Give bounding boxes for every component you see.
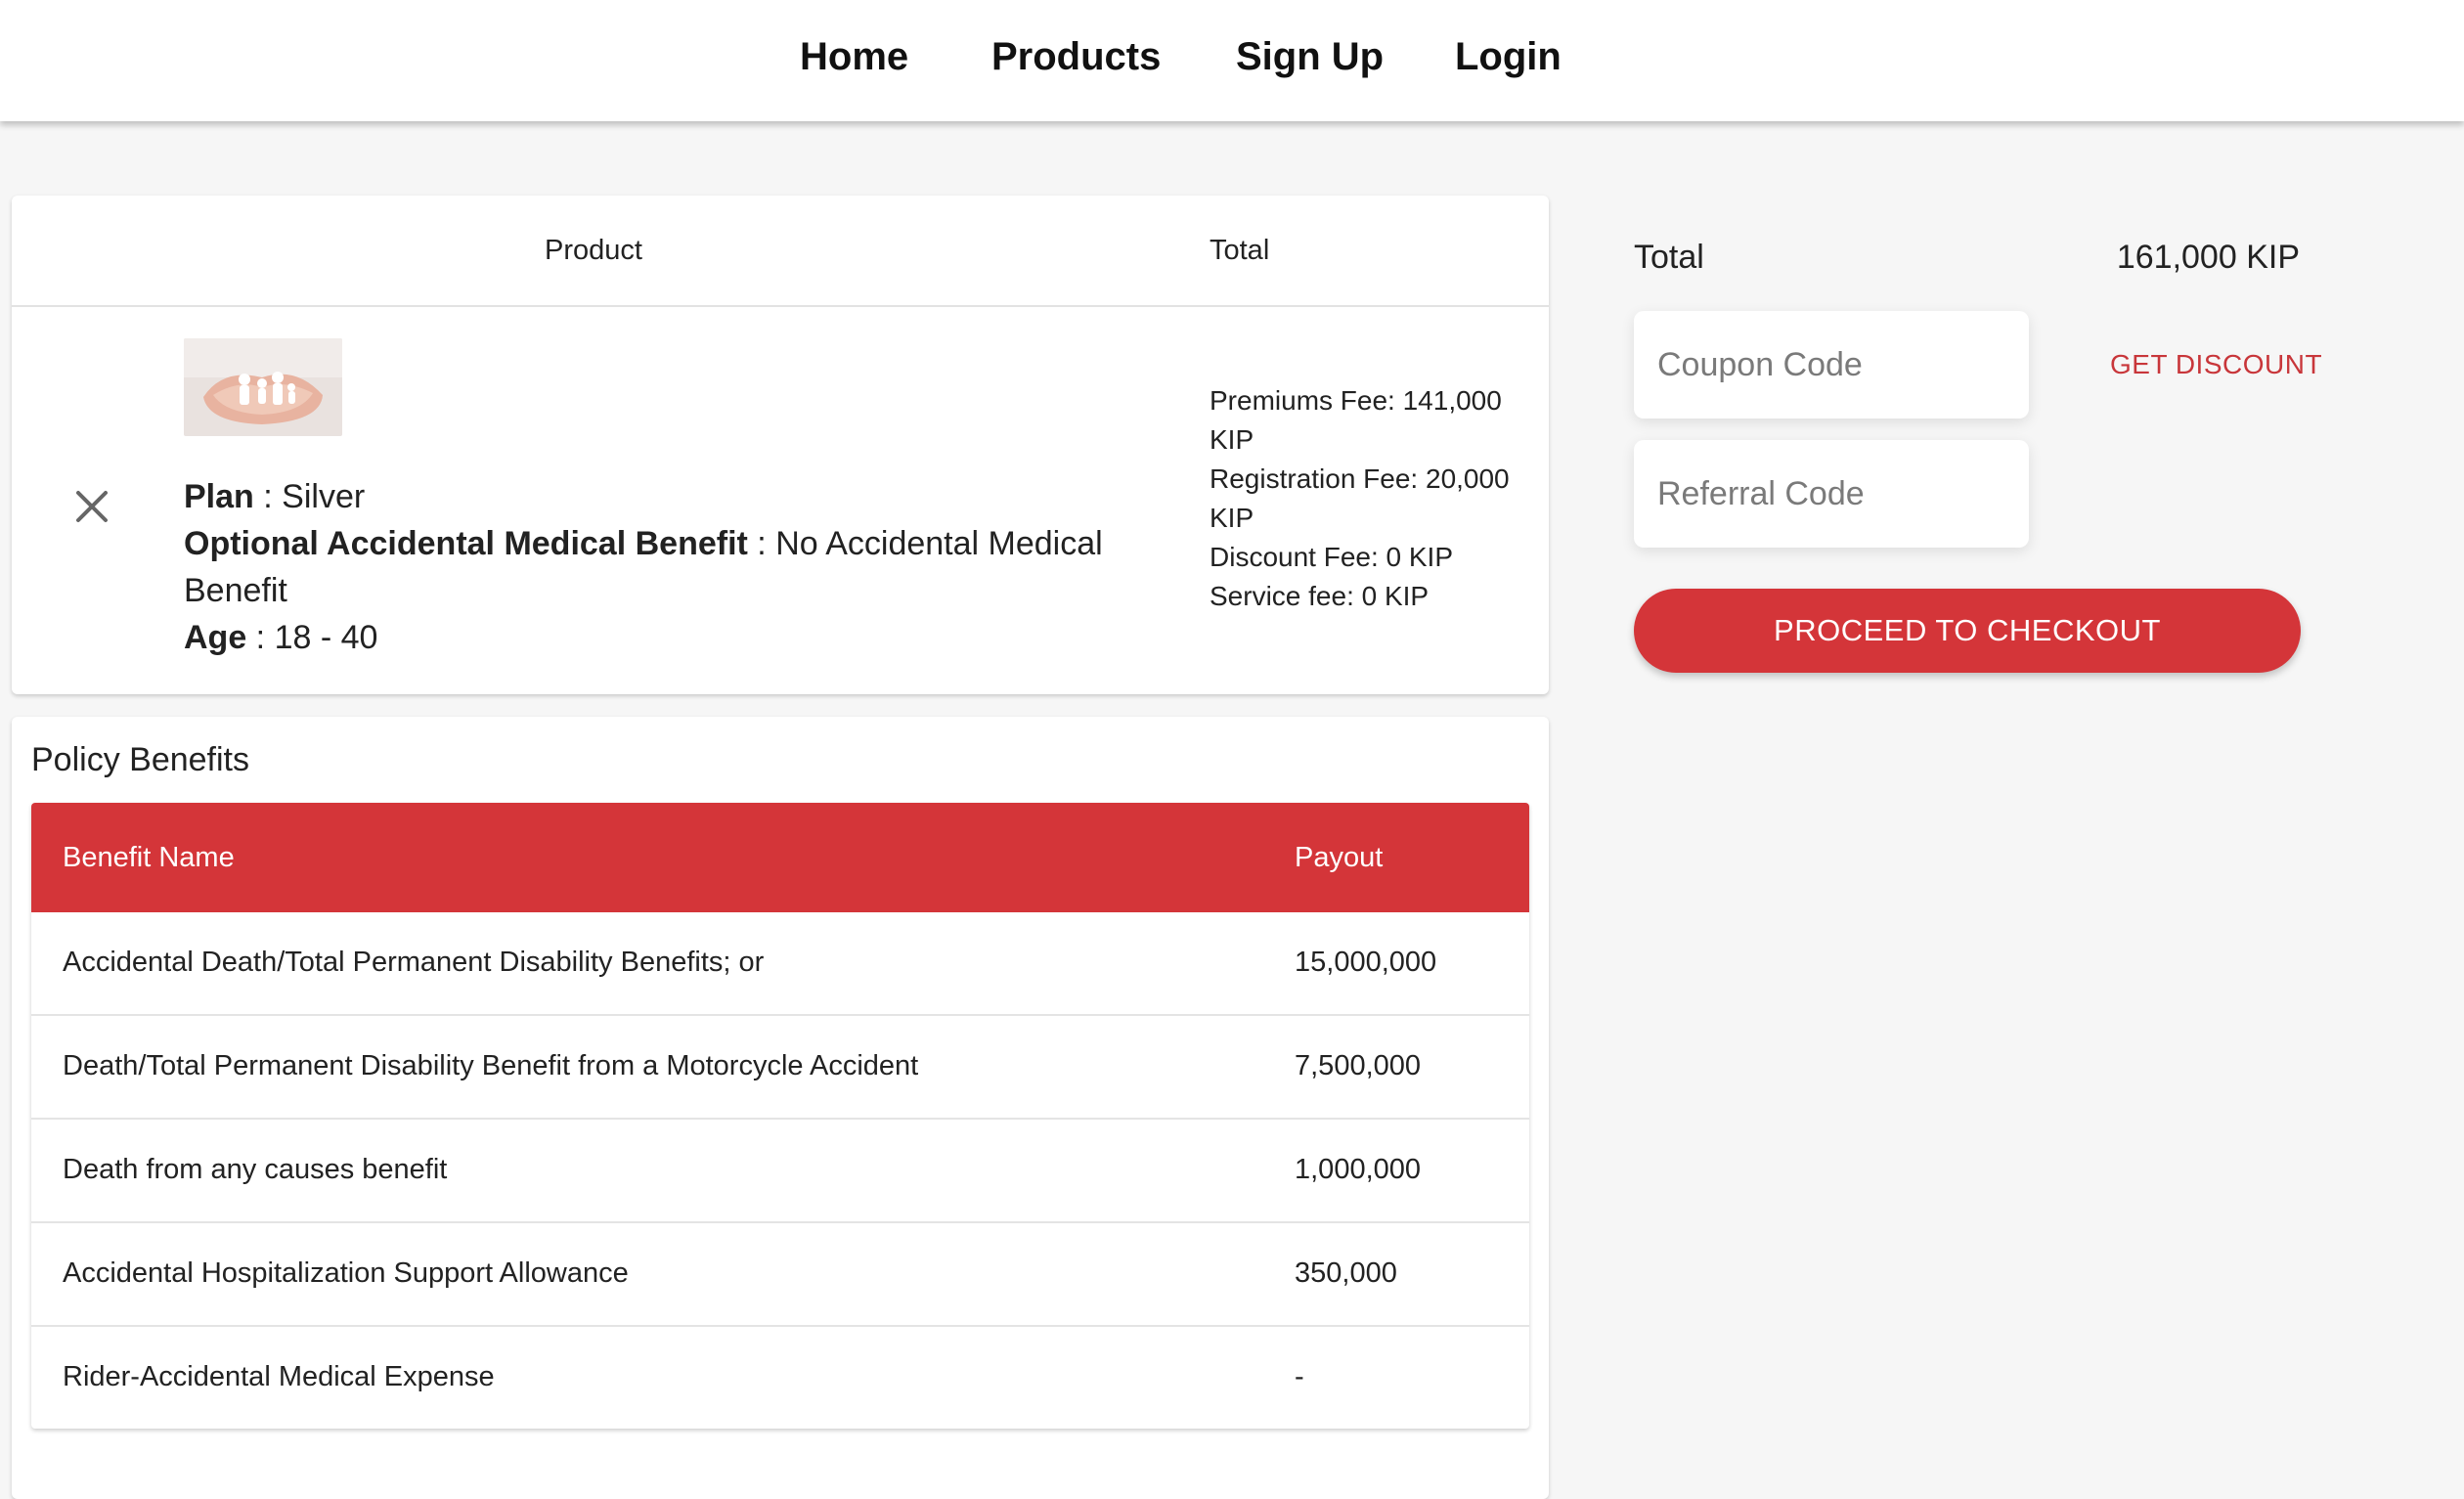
nav-home[interactable]: Home xyxy=(800,35,908,79)
summary-total-label: Total xyxy=(1634,239,1704,276)
benefit-name: Death/Total Permanent Disability Benefit… xyxy=(63,1050,919,1081)
table-row: Rider-Accidental Medical Expense - xyxy=(31,1327,1529,1429)
get-discount-button[interactable]: GET DISCOUNT xyxy=(2110,349,2322,380)
benefit-payout: 15,000,000 xyxy=(1295,947,1437,978)
coupon-code-input[interactable] xyxy=(1634,311,2029,419)
header-product: Product xyxy=(545,235,642,266)
plan-value: Silver xyxy=(282,478,366,515)
table-row: Accidental Death/Total Permanent Disabil… xyxy=(31,912,1529,1016)
cart-card: Product Total Plan : Silver Optional Acc… xyxy=(12,196,1549,694)
nav-login[interactable]: Login xyxy=(1455,35,1562,79)
table-row: Death from any causes benefit 1,000,000 xyxy=(31,1120,1529,1223)
summary-total-value: 161,000 KIP xyxy=(2116,239,2300,276)
table-row: Accidental Hospitalization Support Allow… xyxy=(31,1223,1529,1327)
col-payout: Payout xyxy=(1295,842,1384,873)
age-label: Age xyxy=(184,619,247,656)
benefit-name: Death from any causes benefit xyxy=(63,1154,448,1185)
plan-line: Plan : Silver xyxy=(184,478,366,515)
header-total: Total xyxy=(1210,235,1270,266)
optional-benefit-label: Optional Accidental Medical Benefit xyxy=(184,525,748,562)
benefit-name: Rider-Accidental Medical Expense xyxy=(63,1361,495,1392)
nav-signup[interactable]: Sign Up xyxy=(1236,35,1384,79)
nav-products[interactable]: Products xyxy=(991,35,1161,79)
plan-label: Plan xyxy=(184,478,254,515)
optional-benefit-line: Optional Accidental Medical Benefit : No… xyxy=(184,525,1103,609)
service-fee: Service fee: 0 KIP xyxy=(1210,581,1430,611)
product-thumbnail xyxy=(184,338,342,436)
discount-fee: Discount Fee: 0 KIP xyxy=(1210,542,1454,572)
policy-benefits-title: Policy Benefits xyxy=(31,741,249,778)
age-value: 18 - 40 xyxy=(274,619,378,656)
policy-benefits-card: Policy Benefits Benefit Name Payout Acci… xyxy=(12,717,1549,1499)
benefit-name: Accidental Death/Total Permanent Disabil… xyxy=(63,947,765,978)
remove-item-button[interactable] xyxy=(63,477,121,536)
benefit-payout: 7,500,000 xyxy=(1295,1050,1422,1081)
table-row: Death/Total Permanent Disability Benefit… xyxy=(31,1016,1529,1120)
proceed-to-checkout-button[interactable]: PROCEED TO CHECKOUT xyxy=(1634,589,2301,673)
benefit-payout: - xyxy=(1295,1361,1304,1392)
benefit-table: Benefit Name Payout Accidental Death/Tot… xyxy=(31,803,1529,1429)
benefit-payout: 1,000,000 xyxy=(1295,1154,1422,1185)
cart-table-header: Product Total xyxy=(12,196,1549,307)
registration-fee: Registration Fee: 20,000 KIP xyxy=(1210,463,1510,533)
top-navbar: Home Products Sign Up Login xyxy=(0,0,2464,121)
referral-code-input[interactable] xyxy=(1634,440,2029,548)
benefit-payout: 350,000 xyxy=(1295,1257,1397,1289)
benefit-name: Accidental Hospitalization Support Allow… xyxy=(63,1257,629,1289)
benefit-table-header: Benefit Name Payout xyxy=(31,803,1529,912)
col-benefit-name: Benefit Name xyxy=(63,842,235,873)
age-line: Age : 18 - 40 xyxy=(184,619,378,656)
premiums-fee: Premiums Fee: 141,000 KIP xyxy=(1210,385,1502,455)
fee-breakdown: Premiums Fee: 141,000 KIP Registration F… xyxy=(1210,381,1542,616)
family-hands-image xyxy=(184,338,342,436)
close-icon xyxy=(76,491,108,522)
